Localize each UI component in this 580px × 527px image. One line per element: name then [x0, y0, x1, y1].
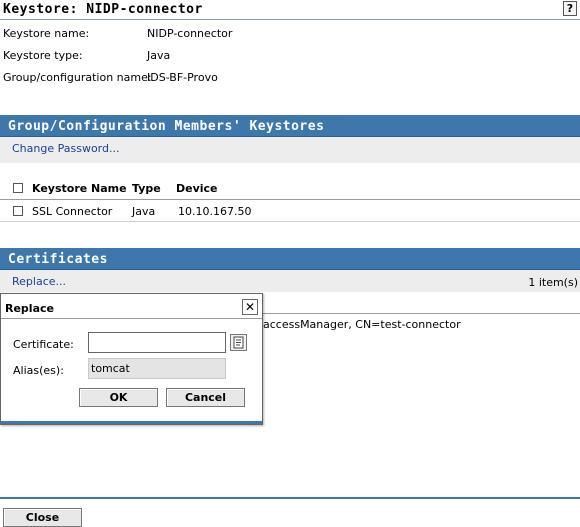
- column-device[interactable]: Device: [176, 182, 218, 195]
- alias-field: tomcat: [88, 358, 226, 379]
- cancel-button[interactable]: Cancel: [166, 388, 245, 407]
- dialog-divider: [1, 318, 262, 319]
- dialog-title: Replace: [5, 302, 54, 315]
- item-count: 1 item(s): [528, 276, 578, 289]
- keystore-name-label: Keystore name:: [3, 27, 90, 40]
- members-section-header: Group/Configuration Members' Keystores: [0, 115, 580, 137]
- members-action-bar: Change Password...: [0, 137, 580, 163]
- certificate-input[interactable]: [88, 332, 226, 353]
- column-type[interactable]: Type: [132, 182, 161, 195]
- page-title: Keystore: NIDP-connector: [3, 2, 203, 17]
- certificate-label: Certificate:: [13, 338, 74, 351]
- certificates-table-header-line: [263, 313, 580, 314]
- certificates-section-title: Certificates: [8, 252, 108, 267]
- certificates-action-bar: Replace... 1 item(s): [0, 270, 580, 292]
- help-button[interactable]: ?: [563, 1, 577, 16]
- ok-button[interactable]: OK: [79, 388, 158, 407]
- members-table-header: Keystore Name Type Device: [0, 178, 580, 200]
- keystore-type-value: Java: [147, 49, 171, 62]
- table-row: SSL Connector Java 10.10.167.50: [0, 200, 580, 222]
- row-type: Java: [132, 205, 156, 218]
- footer-divider: [0, 497, 580, 499]
- group-config-label: Group/configuration name:: [3, 71, 152, 84]
- alias-label: Alias(es):: [13, 364, 64, 377]
- browse-button[interactable]: [230, 334, 247, 351]
- members-section-title: Group/Configuration Members' Keystores: [8, 119, 325, 134]
- certificate-subject[interactable]: accessManager, CN=test-connector: [263, 318, 461, 331]
- dialog-footer-bar: [1, 421, 262, 424]
- replace-link[interactable]: Replace...: [12, 275, 66, 288]
- column-keystore-name[interactable]: Keystore Name: [32, 182, 127, 195]
- close-icon[interactable]: ✕: [242, 299, 258, 315]
- close-button[interactable]: Close: [3, 508, 82, 527]
- keystore-type-label: Keystore type:: [3, 49, 83, 62]
- group-config-value: IDS-BF-Provo: [147, 71, 218, 84]
- keystore-name-value: NIDP-connector: [147, 27, 233, 40]
- change-password-link[interactable]: Change Password...: [12, 142, 119, 155]
- row-device: 10.10.167.50: [178, 205, 252, 218]
- certificates-section-header: Certificates: [0, 248, 580, 270]
- page-header: Keystore: NIDP-connector ?: [0, 0, 580, 20]
- browse-icon: [233, 336, 244, 349]
- row-checkbox[interactable]: [13, 206, 23, 216]
- select-all-checkbox[interactable]: [13, 183, 23, 193]
- replace-dialog: Replace ✕ Certificate: Alias(es): tomcat…: [0, 293, 263, 425]
- row-keystore-name: SSL Connector: [32, 205, 113, 218]
